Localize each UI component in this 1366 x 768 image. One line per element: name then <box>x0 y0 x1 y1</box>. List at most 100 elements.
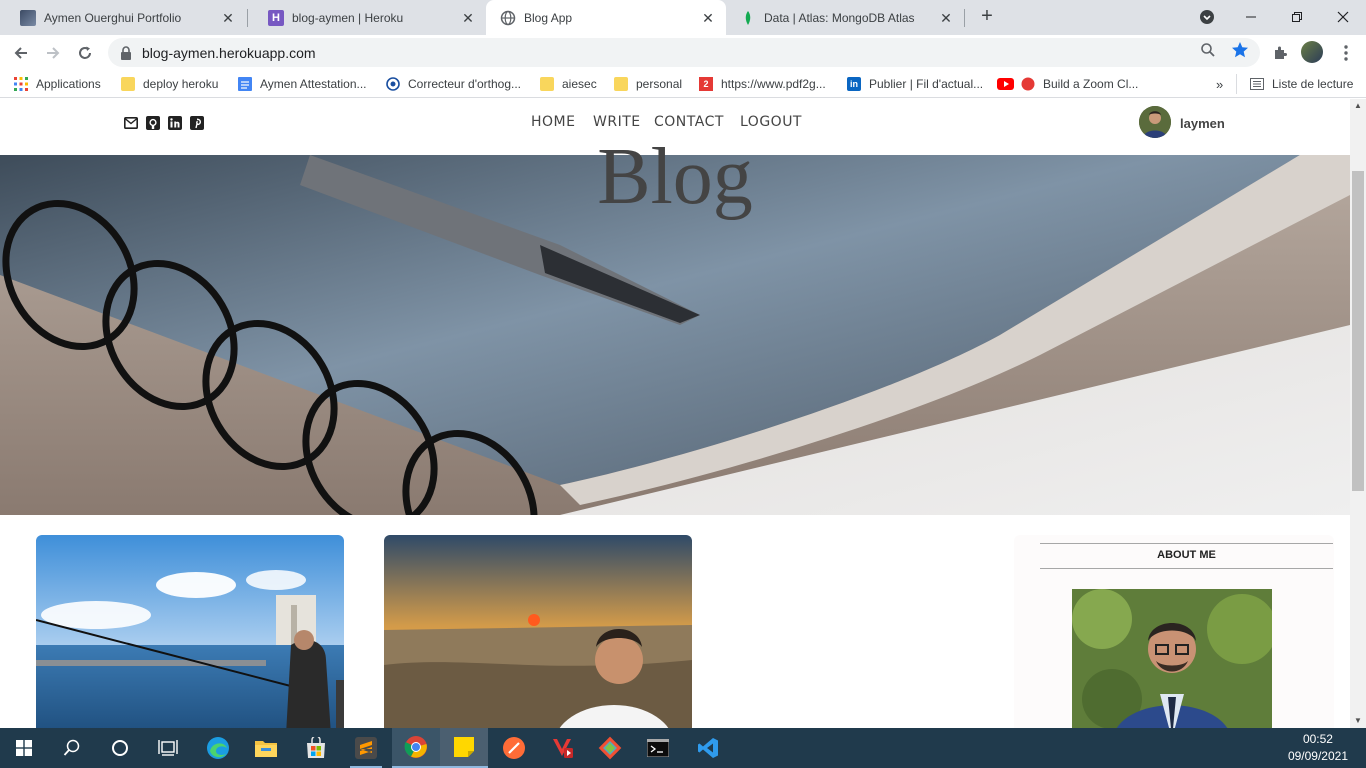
docs-icon <box>238 77 252 91</box>
vscode-icon[interactable] <box>684 728 732 768</box>
hero-title: Blog <box>597 133 753 221</box>
nav-contact-link[interactable]: CONTACT <box>654 114 724 130</box>
close-icon[interactable]: ✕ <box>938 10 954 26</box>
tab-search-icon[interactable] <box>1184 0 1230 33</box>
close-window-icon[interactable] <box>1320 0 1366 33</box>
bookmark-divider <box>1236 74 1237 94</box>
bookmark-applications[interactable]: Applications <box>14 75 101 93</box>
globe-icon <box>500 10 516 26</box>
email-icon[interactable] <box>124 116 138 130</box>
post-card-sunset-image[interactable] <box>384 535 692 728</box>
extensions-puzzle-icon[interactable] <box>1270 43 1290 63</box>
windows-taskbar: 00:52 09/09/2021 <box>0 728 1366 768</box>
vlc-icon[interactable] <box>538 728 586 768</box>
web-page: HOME WRITE CONTACT LOGOUT laymen Blog AB… <box>0 99 1350 728</box>
portfolio-photo-icon <box>20 9 36 26</box>
reading-list-icon <box>1250 77 1264 91</box>
menu-kebab-icon[interactable] <box>1336 43 1356 63</box>
mongodb-leaf-icon <box>740 10 756 26</box>
search-icon[interactable] <box>48 728 96 768</box>
tab-heroku[interactable]: H blog-aymen | Heroku ✕ <box>248 0 486 35</box>
reading-list-label: Liste de lecture <box>1272 77 1354 91</box>
tab-strip: Aymen Ouerghui Portfolio ✕ H blog-aymen … <box>0 0 1366 35</box>
bookmark-correcteur[interactable]: Correcteur d'orthog... <box>386 75 521 93</box>
postman-icon[interactable] <box>490 728 538 768</box>
start-windows-icon[interactable] <box>0 728 48 768</box>
close-icon[interactable]: ✕ <box>700 10 716 26</box>
tab-title: blog-aymen | Heroku <box>292 10 404 25</box>
url-text: blog-aymen.herokuapp.com <box>142 44 316 61</box>
file-explorer-icon[interactable] <box>242 728 290 768</box>
tab-title: Aymen Ouerghui Portfolio <box>44 10 182 25</box>
restore-icon[interactable] <box>1274 0 1320 33</box>
scrollbar-thumb[interactable] <box>1352 171 1364 491</box>
scribens-icon <box>386 77 400 91</box>
username-label[interactable]: laymen <box>1180 116 1225 131</box>
bookmark-label: personal <box>636 77 683 91</box>
clock-date: 09/09/2021 <box>1287 749 1348 763</box>
bookmark-pdf2go[interactable]: 2 https://www.pdf2g... <box>699 75 826 93</box>
tab-blog-app[interactable]: Blog App ✕ <box>486 0 726 35</box>
about-me-sidebar: ABOUT ME <box>1014 535 1334 728</box>
reload-icon[interactable] <box>72 40 98 66</box>
tab-separator <box>964 9 965 27</box>
close-icon[interactable]: ✕ <box>220 10 236 26</box>
minimize-icon[interactable] <box>1228 0 1274 33</box>
user-avatar[interactable] <box>1139 106 1171 138</box>
terminal-icon[interactable] <box>634 728 682 768</box>
address-bar[interactable]: blog-aymen.herokuapp.com <box>108 38 1260 67</box>
bookmark-star-icon[interactable] <box>1231 41 1249 59</box>
close-icon[interactable]: ✕ <box>460 10 476 26</box>
more-bookmarks-chevron-icon[interactable]: » <box>1216 75 1223 93</box>
browser-toolbar: blog-aymen.herokuapp.com <box>0 35 1366 70</box>
nav-write-link[interactable]: WRITE <box>593 114 641 130</box>
linkedin-icon: in <box>847 77 861 91</box>
record-dot-icon <box>1021 77 1035 91</box>
scroll-down-arrow-icon[interactable]: ▼ <box>1350 714 1366 728</box>
bookmark-zoom-clone[interactable]: Build a Zoom Cl... <box>997 75 1138 93</box>
tab-portfolio[interactable]: Aymen Ouerghui Portfolio ✕ <box>0 0 246 35</box>
forward-arrow-icon[interactable] <box>40 40 66 66</box>
sidebar-top-rule <box>1040 543 1333 544</box>
edge-icon[interactable] <box>194 728 242 768</box>
reading-list-button[interactable]: Liste de lecture <box>1250 75 1353 93</box>
lock-icon[interactable] <box>120 45 132 60</box>
page-scrollbar[interactable]: ▲ ▼ <box>1350 99 1366 728</box>
git-icon[interactable] <box>586 728 634 768</box>
folder-icon <box>614 77 628 91</box>
bookmark-label: Aymen Attestation... <box>260 77 367 91</box>
cortana-icon[interactable] <box>96 728 144 768</box>
chrome-icon[interactable] <box>392 728 440 768</box>
back-arrow-icon[interactable] <box>8 40 34 66</box>
linkedin-icon[interactable] <box>168 116 182 130</box>
folder-icon <box>121 77 135 91</box>
bookmark-personal[interactable]: personal <box>614 75 682 93</box>
nav-home-link[interactable]: HOME <box>531 114 575 130</box>
post-card-fishing-image[interactable] <box>36 535 344 728</box>
task-view-icon[interactable] <box>144 728 192 768</box>
sublime-text-icon[interactable] <box>342 728 390 768</box>
scroll-up-arrow-icon[interactable]: ▲ <box>1350 99 1366 113</box>
bookmark-linkedin[interactable]: in Publier | Fil d'actual... <box>847 75 983 93</box>
tab-mongodb[interactable]: Data | Atlas: MongoDB Atlas ✕ <box>726 0 964 35</box>
tab-title: Data | Atlas: MongoDB Atlas <box>764 10 915 25</box>
bookmark-label: Build a Zoom Cl... <box>1043 77 1139 91</box>
bookmark-deploy-heroku[interactable]: deploy heroku <box>121 75 218 93</box>
bookmark-label: deploy heroku <box>143 77 219 91</box>
sticky-notes-icon[interactable] <box>440 728 488 768</box>
microsoft-store-icon[interactable] <box>292 728 340 768</box>
github-icon[interactable] <box>146 116 160 130</box>
pinterest-icon[interactable] <box>190 116 204 130</box>
bookmark-label: Correcteur d'orthog... <box>408 77 522 91</box>
youtube-icon <box>997 77 1015 91</box>
zoom-search-icon[interactable] <box>1199 41 1217 59</box>
bookmarks-bar: Applications deploy heroku Aymen Attesta… <box>0 70 1366 98</box>
heroku-icon: H <box>268 9 284 26</box>
new-tab-plus-icon[interactable]: + <box>976 6 998 28</box>
system-clock[interactable]: 00:52 09/09/2021 <box>1288 731 1348 765</box>
bookmark-aiesec[interactable]: aiesec <box>540 75 597 93</box>
bookmark-attestation[interactable]: Aymen Attestation... <box>238 75 367 93</box>
bookmark-label: https://www.pdf2g... <box>721 77 826 91</box>
profile-avatar-icon[interactable] <box>1301 41 1323 63</box>
nav-logout-link[interactable]: LOGOUT <box>740 114 802 130</box>
